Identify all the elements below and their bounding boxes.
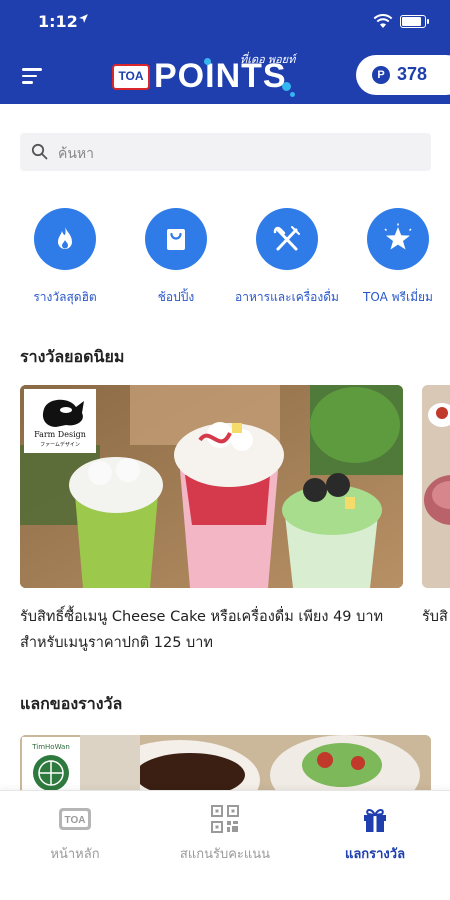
wifi-icon — [373, 14, 393, 33]
category-label: TOA พรีเมี่ยม — [363, 290, 433, 304]
tab-label: สแกนรับคะแนน — [179, 847, 271, 862]
category-hot-rewards[interactable]: รางวัลสุดฮิต — [10, 208, 120, 308]
search-input[interactable]: ค้นหา — [20, 133, 431, 171]
category-label: ช้อปปิ้ง — [157, 290, 195, 304]
reward-card-image[interactable]: Farm Design ファームデザイン — [20, 385, 403, 588]
hamburger-menu-icon[interactable] — [22, 68, 42, 84]
location-arrow-icon — [78, 13, 89, 27]
dimsum-photo — [20, 735, 431, 795]
battery-icon — [400, 15, 429, 28]
section-title-redeem: แลกของรางวัล — [20, 694, 123, 713]
brand-logo-badge: Farm Design ファームデザイン — [24, 389, 96, 453]
svg-text:TOA: TOA — [65, 815, 86, 826]
svg-text:ファームデザイン: ファームデザイン — [40, 441, 80, 448]
points-balance-button[interactable]: P 378 — [356, 55, 450, 95]
star-burst-icon — [367, 208, 429, 270]
tab-home[interactable]: TOA หน้าหลัก — [0, 791, 150, 881]
tab-scan[interactable]: สแกนรับคะแนน — [150, 791, 300, 881]
shopping-bag-icon — [145, 208, 207, 270]
flame-icon — [34, 208, 96, 270]
toa-badge: TOA — [112, 64, 150, 90]
tab-label: แลกรางวัล — [344, 847, 406, 862]
search-placeholder: ค้นหา — [58, 146, 95, 162]
tab-label: หน้าหลัก — [50, 847, 100, 862]
reward-card-description-2[interactable]: รับสิ — [422, 604, 448, 630]
status-bar: 1:12 — [0, 0, 450, 44]
gift-icon — [361, 805, 389, 833]
tab-rewards[interactable]: แลกรางวัล — [300, 791, 450, 881]
category-shopping[interactable]: ช้อปปิ้ง — [121, 208, 231, 308]
bottom-tab-bar: TOA หน้าหลัก สแกนรับคะแนน แลกรางวัล — [0, 790, 450, 900]
reward-card-description[interactable]: รับสิทธิ์ซื้อเมนู Cheese Cake หรือเครื่อ… — [20, 604, 405, 656]
toa-home-icon: TOA — [59, 805, 91, 833]
search-icon — [31, 143, 48, 164]
qr-code-icon — [211, 805, 239, 833]
category-food-drink[interactable]: อาหารและเครื่องดื่ม — [232, 208, 342, 308]
points-value: 378 — [397, 64, 428, 84]
points-coin-icon: P — [372, 66, 390, 84]
category-label: อาหารและเครื่องดื่ม — [235, 290, 339, 304]
fork-knife-icon — [256, 208, 318, 270]
category-label: รางวัลสุดฮิต — [33, 290, 97, 304]
redeem-card-image[interactable]: TimHoWan — [20, 735, 431, 795]
section-title-popular: รางวัลยอดนิยม — [20, 347, 125, 366]
status-time: 1:12 — [38, 12, 78, 31]
logo-tagline: ที่เดอ พอยท์ — [240, 54, 296, 66]
toa-points-logo: TOA POINTS ที่เดอ พอยท์ — [112, 50, 302, 98]
svg-text:TimHoWan: TimHoWan — [31, 743, 70, 751]
reward-card-image-2[interactable] — [422, 385, 450, 588]
redeem-brand-logo: TimHoWan — [22, 737, 80, 795]
category-toa-premium[interactable]: TOA พรีเมี่ยม — [343, 208, 450, 308]
app-header: 1:12 TOA POINTS ที่เดอ พอยท์ P 378 — [0, 0, 450, 104]
svg-text:Farm Design: Farm Design — [34, 430, 86, 439]
